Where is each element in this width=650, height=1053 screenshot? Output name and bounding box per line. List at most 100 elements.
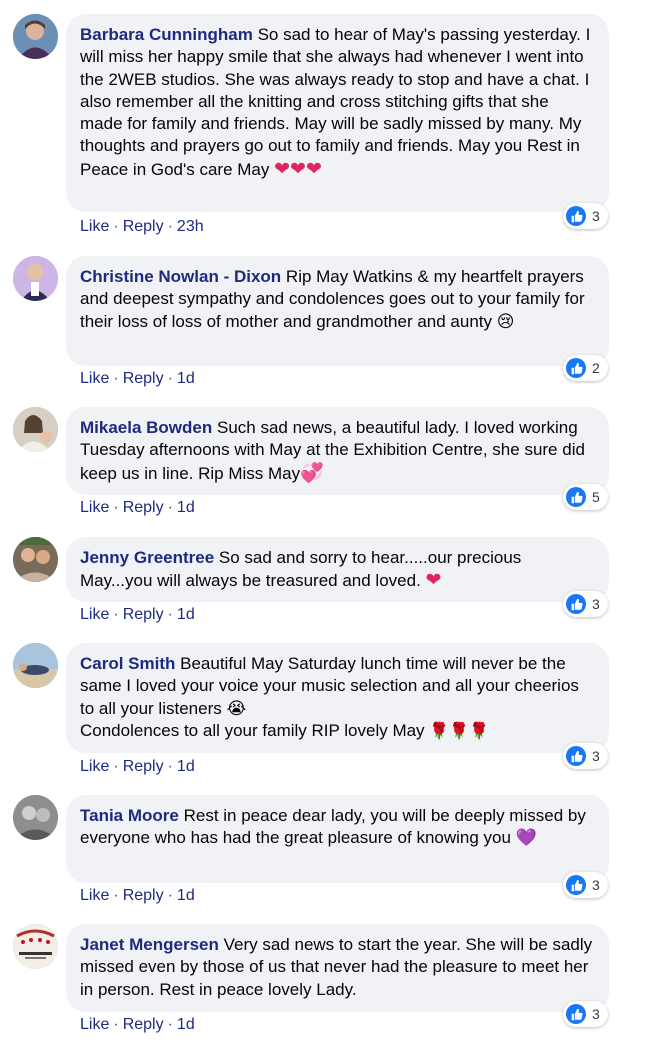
reply-link[interactable]: Reply [123,499,164,517]
comment-bubble: Mikaela Bowden Such sad news, a beautifu… [66,407,609,495]
like-link[interactable]: Like [80,218,109,236]
timestamp[interactable]: 1d [177,1016,195,1034]
comment-actions: Like · Reply · 23h [80,218,204,236]
avatar-image [13,537,58,582]
like-reaction-icon [566,594,586,614]
avatar[interactable] [13,537,58,582]
like-link[interactable]: Like [80,606,109,624]
separator: · [113,499,119,516]
reaction-count[interactable]: 5 [563,484,608,510]
comment-bubble: Carol Smith Beautiful May Saturday lunch… [66,643,609,753]
reaction-count[interactable]: 3 [563,743,608,769]
reply-link[interactable]: Reply [123,606,164,624]
timestamp[interactable]: 1d [177,606,195,624]
author-name[interactable]: Carol Smith [80,654,175,673]
like-link[interactable]: Like [80,887,109,905]
separator: · [167,887,173,904]
separator: · [113,1016,119,1033]
reply-link[interactable]: Reply [123,1016,164,1034]
like-link[interactable]: Like [80,758,109,776]
comment-bubble: Jenny Greentree So sad and sorry to hear… [66,537,609,602]
reaction-number: 3 [592,1006,600,1022]
comment-text: Christine Nowlan - Dixon Rip May Watkins… [80,266,595,333]
like-link[interactable]: Like [80,499,109,517]
reaction-number: 2 [592,360,600,376]
comment-actions: Like · Reply · 1d [80,606,195,624]
separator: · [113,606,119,623]
timestamp[interactable]: 1d [177,758,195,776]
reaction-count[interactable]: 3 [563,203,608,229]
comment-bubble: Christine Nowlan - Dixon Rip May Watkins… [66,256,609,366]
reaction-count[interactable]: 3 [563,591,608,617]
like-link[interactable]: Like [80,370,109,388]
separator: · [113,758,119,775]
reaction-count[interactable]: 2 [563,355,608,381]
reaction-number: 3 [592,877,600,893]
avatar-image [13,795,58,840]
rose-icon: 🌹🌹🌹 [429,720,490,740]
timestamp[interactable]: 23h [177,218,204,236]
separator: · [113,887,119,904]
avatar-image [13,256,58,301]
timestamp[interactable]: 1d [177,887,195,905]
comment-bubble: Barbara Cunningham So sad to hear of May… [66,14,609,212]
avatar-image [13,924,58,969]
separator: · [167,606,173,623]
hearts-icon: 💞 [300,461,324,484]
comment-actions: Like · Reply · 1d [80,499,195,517]
avatar-image [13,643,58,688]
separator: · [167,758,173,775]
like-link[interactable]: Like [80,1016,109,1034]
reply-link[interactable]: Reply [123,370,164,388]
comment-text: Tania Moore Rest in peace dear lady, you… [80,805,595,850]
like-reaction-icon [566,1004,586,1024]
avatar-image [13,14,58,59]
reply-link[interactable]: Reply [123,758,164,776]
reaction-number: 3 [592,748,600,764]
timestamp[interactable]: 1d [177,499,195,517]
like-reaction-icon [566,206,586,226]
like-reaction-icon [566,875,586,895]
timestamp[interactable]: 1d [177,370,195,388]
comment-bubble: Janet Mengersen Very sad news to start t… [66,924,609,1012]
purple-heart-icon: 💜 [515,828,537,849]
author-name[interactable]: Tania Moore [80,806,179,825]
avatar[interactable] [13,14,58,59]
reaction-count[interactable]: 3 [563,1001,608,1027]
avatar[interactable] [13,407,58,452]
separator: · [167,1016,173,1033]
separator: · [167,218,173,235]
author-name[interactable]: Jenny Greentree [80,548,214,567]
avatar[interactable] [13,924,58,969]
heart-icon: ❤ [425,569,442,592]
like-reaction-icon [566,358,586,378]
comment-actions: Like · Reply · 1d [80,887,195,905]
comment-text: Jenny Greentree So sad and sorry to hear… [80,547,595,593]
like-reaction-icon [566,487,586,507]
reaction-count[interactable]: 3 [563,872,608,898]
avatar[interactable] [13,256,58,301]
comment-text: Janet Mengersen Very sad news to start t… [80,934,595,1001]
comment-text: Carol Smith Beautiful May Saturday lunch… [80,653,595,742]
author-name[interactable]: Christine Nowlan - Dixon [80,267,281,286]
comment-actions: Like · Reply · 1d [80,758,195,776]
avatar[interactable] [13,795,58,840]
comment-text: Barbara Cunningham So sad to hear of May… [80,24,595,181]
reaction-number: 3 [592,596,600,612]
author-name[interactable]: Barbara Cunningham [80,25,253,44]
comment-body: So sad to hear of May's passing yesterda… [80,25,591,179]
avatar[interactable] [13,643,58,688]
crying-face-icon: 😢 [496,311,515,332]
separator: · [167,499,173,516]
comment-actions: Like · Reply · 1d [80,370,195,388]
author-name[interactable]: Janet Mengersen [80,935,219,954]
author-name[interactable]: Mikaela Bowden [80,418,212,437]
separator: · [113,370,119,387]
comment-body-line2: Condolences to all your family RIP lovel… [80,720,430,740]
reply-link[interactable]: Reply [123,218,164,236]
separator: · [167,370,173,387]
reply-link[interactable]: Reply [123,887,164,905]
separator: · [113,218,119,235]
like-reaction-icon [566,746,586,766]
avatar-image [13,407,58,452]
